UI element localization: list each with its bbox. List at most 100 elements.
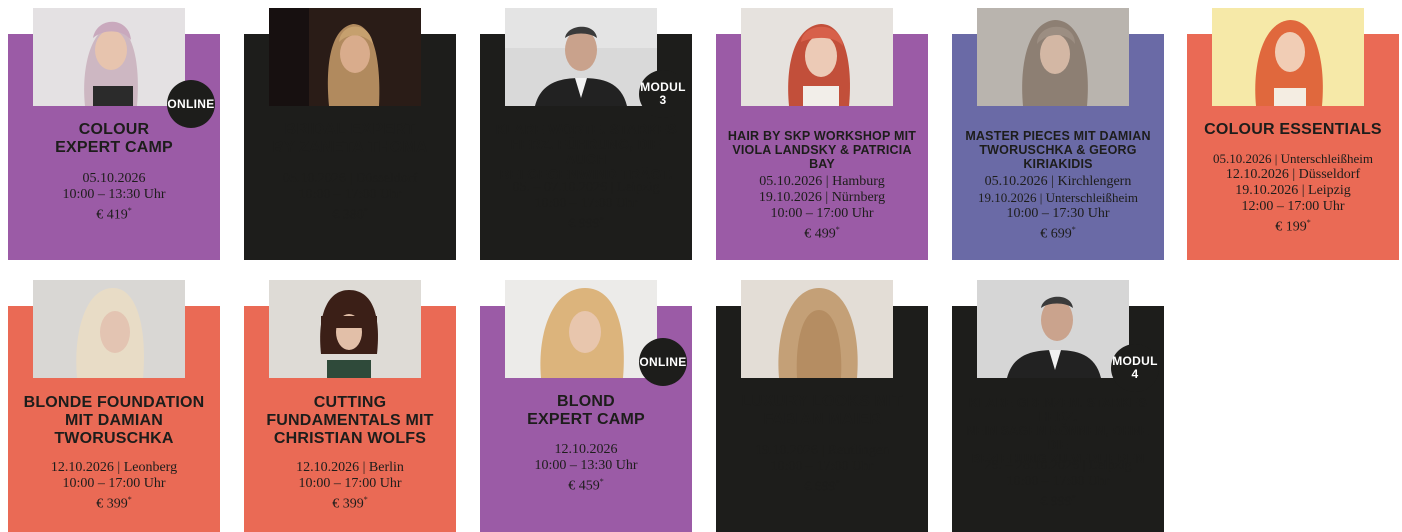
price-value: € 699 xyxy=(804,479,836,495)
price-footnote-mark: * xyxy=(1306,218,1311,227)
time-line: 12:00 – 17:00 Uhr xyxy=(1241,199,1345,214)
workshop-card-klare-grenzen[interactable]: MODUL 4 Klare Grenzen. Starkes Herz. Nei… xyxy=(952,280,1164,532)
workshop-card-luxury-looks[interactable]: Luxury Looks mit Fabian Maier 19.10.2026… xyxy=(716,280,928,532)
time-line: 10:00 – 17:00 Uhr xyxy=(298,476,402,491)
title-line: Colour Essentials xyxy=(1204,121,1382,138)
card-title: Klare Worte. Starkes Herz. Führung, die … xyxy=(490,122,682,182)
workshop-photo[interactable] xyxy=(977,8,1129,106)
price: € 399* xyxy=(250,492,450,513)
date-line: 12.10.2026 xyxy=(554,442,618,457)
workshop-photo[interactable] xyxy=(269,280,421,378)
title-line: Tworuschka & Georg Kiriakidis xyxy=(979,143,1137,171)
workshop-card-blond-expert-camp[interactable]: ONLINE Blond Expert Camp 12.10.2026 10:0… xyxy=(480,280,692,532)
date-line: 26. – 28.10.2026 | Leipzig xyxy=(984,458,1132,473)
workshop-photo[interactable] xyxy=(33,280,185,378)
card-title: Cutting Fundamentals mit Christian Wolfs xyxy=(254,394,446,448)
badge-line: 4 xyxy=(1131,367,1139,381)
workshop-card-master-pieces[interactable]: Master Pieces mit Damian Tworuschka & Ge… xyxy=(952,8,1164,260)
workshop-photo[interactable] xyxy=(977,280,1129,378)
date-line: 05.10.2026 | Hamburg xyxy=(759,174,885,189)
price-value: € 199 xyxy=(1275,219,1307,235)
price: € 419* xyxy=(14,203,214,224)
title-line: Nein sagen können, ohne die xyxy=(966,424,1150,452)
time-line: 10:00 – 17:30 Uhr xyxy=(1006,206,1110,221)
price-footnote-mark: * xyxy=(599,215,604,224)
price-value: € 459 xyxy=(568,478,600,494)
card-title: Colour Essentials xyxy=(1197,121,1389,139)
title-line: Christian Wolfs xyxy=(273,430,427,447)
online-badge: ONLINE xyxy=(639,338,687,386)
module-badge: MODUL 4 xyxy=(1111,344,1159,392)
price-value: € 419 xyxy=(96,207,128,223)
price: € 199* xyxy=(1189,215,1397,236)
title-line: Blond xyxy=(557,393,615,410)
price-value: € 699 xyxy=(1040,226,1072,242)
title-line: by Zaneta Thoma xyxy=(272,139,428,156)
price-value: € 499 xyxy=(804,226,836,242)
workshop-photo[interactable] xyxy=(269,8,421,106)
workshop-card-hair-by-skp[interactable]: Hair by SKP Workshop mit Viola Landsky &… xyxy=(716,8,928,260)
title-line: Cutting xyxy=(313,394,387,411)
price: € 399* xyxy=(14,492,214,513)
price: € 499* xyxy=(722,222,922,243)
title-line: Master Pieces mit Damian xyxy=(965,129,1151,143)
title-line: Hair by SKP Workshop mit xyxy=(727,129,917,143)
workshop-photo[interactable] xyxy=(505,8,657,106)
module-badge: MODUL 3 xyxy=(639,70,687,118)
badge-line: ONLINE xyxy=(639,354,687,369)
workshop-card-colour-expert-camp[interactable]: ONLINE Colour Expert Camp 05.10.2026 10:… xyxy=(8,8,220,260)
workshop-photo[interactable] xyxy=(33,8,185,106)
workshop-card-klare-worte[interactable]: MODUL 3 Klare Worte. Starkes Herz. Führu… xyxy=(480,8,692,260)
workshop-photo[interactable] xyxy=(741,280,893,378)
price: € 699* xyxy=(958,222,1158,243)
price-value: € 399 xyxy=(332,496,364,512)
workshop-photo[interactable] xyxy=(741,8,893,106)
price-value: € 999 xyxy=(568,216,600,232)
time-line: 10:00 – 17:00 Uhr xyxy=(298,187,402,202)
price: € 999* xyxy=(958,490,1158,511)
date-line: 19.10.2026 | Unterschleißheim xyxy=(977,190,1139,205)
time-line: 10:00 – 13:30 Uhr xyxy=(62,187,166,202)
price-footnote-mark: * xyxy=(599,477,604,486)
workshop-card-colour-essentials[interactable]: Colour Essentials 05.10.2026 | Unterschl… xyxy=(1187,8,1399,260)
workshop-card-bridal-expert[interactable]: Bridal Expert by Zaneta Thoma 05.10.2026… xyxy=(244,8,456,260)
workshop-photo[interactable] xyxy=(505,280,657,378)
price-value: € 999 xyxy=(1040,494,1072,510)
title-line: mit Damian xyxy=(65,412,163,429)
price-value: € 380 xyxy=(332,207,364,223)
card-details: 05.10.2026 | Unterschleißheim 12.10.2026… xyxy=(1189,151,1397,236)
card-details: 12.10.2026 | Leonberg 10:00 – 17:00 Uhr … xyxy=(14,460,214,513)
time-line: 10:00 – 17:00 Uhr xyxy=(62,476,166,491)
time-line: 10:00 – 13:30 Uhr xyxy=(534,458,638,473)
price: € 999* xyxy=(486,212,686,233)
title-line: Viola Landsky & Patricia Bay xyxy=(732,143,912,171)
card-details: 26. – 28.10.2026 | Leipzig 10:00 – 17:00… xyxy=(958,458,1158,511)
title-line: Bridal Expert xyxy=(284,121,416,138)
workshop-photo[interactable] xyxy=(1212,8,1364,106)
price-footnote-mark: * xyxy=(363,495,368,504)
card-details: 05. – 07.10.2026 | Leipzig 10:00 – 17:00… xyxy=(486,180,686,233)
date-line: 05. – 07.10.2026 | Leipzig xyxy=(512,180,660,195)
card-title: Colour Expert Camp xyxy=(18,121,210,157)
card-title: Blond Expert Camp xyxy=(490,393,682,429)
time-line: 10:00 – 17:00 Uhr xyxy=(1006,474,1110,489)
card-details: 12.10.2026 10:00 – 13:30 Uhr € 459* xyxy=(486,442,686,495)
title-line: Fabian Maier xyxy=(763,411,881,428)
date-line: 12.10.2026 | Berlin xyxy=(296,460,404,475)
card-title: Luxury Looks mit Fabian Maier xyxy=(726,393,918,429)
price: € 459* xyxy=(486,474,686,495)
title-line: Fundamentals mit xyxy=(266,412,434,429)
title-line: Tworuschka xyxy=(54,430,174,447)
date-line: 05.10.2026 | Kirchlengern xyxy=(984,174,1132,189)
card-details: 12.10.2026 | Berlin 10:00 – 17:00 Uhr € … xyxy=(250,460,450,513)
date-line: 05.10.2026 | Unterschleißheim xyxy=(1212,151,1374,166)
card-title: Bridal Expert by Zaneta Thoma xyxy=(254,121,446,157)
card-details: 05.10.2026 10:00 – 13:30 Uhr € 419* xyxy=(14,171,214,224)
date-line: 12.10.2026 | Düsseldorf xyxy=(1225,167,1361,182)
workshop-card-blonde-foundation[interactable]: Blonde Foundation mit Damian Tworuschka … xyxy=(8,280,220,532)
price: € 699* xyxy=(722,475,922,496)
card-title: Blonde Foundation mit Damian Tworuschka xyxy=(18,394,210,448)
title-line: Herz. Führung, die auch xyxy=(510,136,662,167)
card-details: 19.10.2026 | Reutlingen 10:00 – 17:00 Uh… xyxy=(722,443,922,496)
workshop-card-cutting-fundamentals[interactable]: Cutting Fundamentals mit Christian Wolfs… xyxy=(244,280,456,532)
